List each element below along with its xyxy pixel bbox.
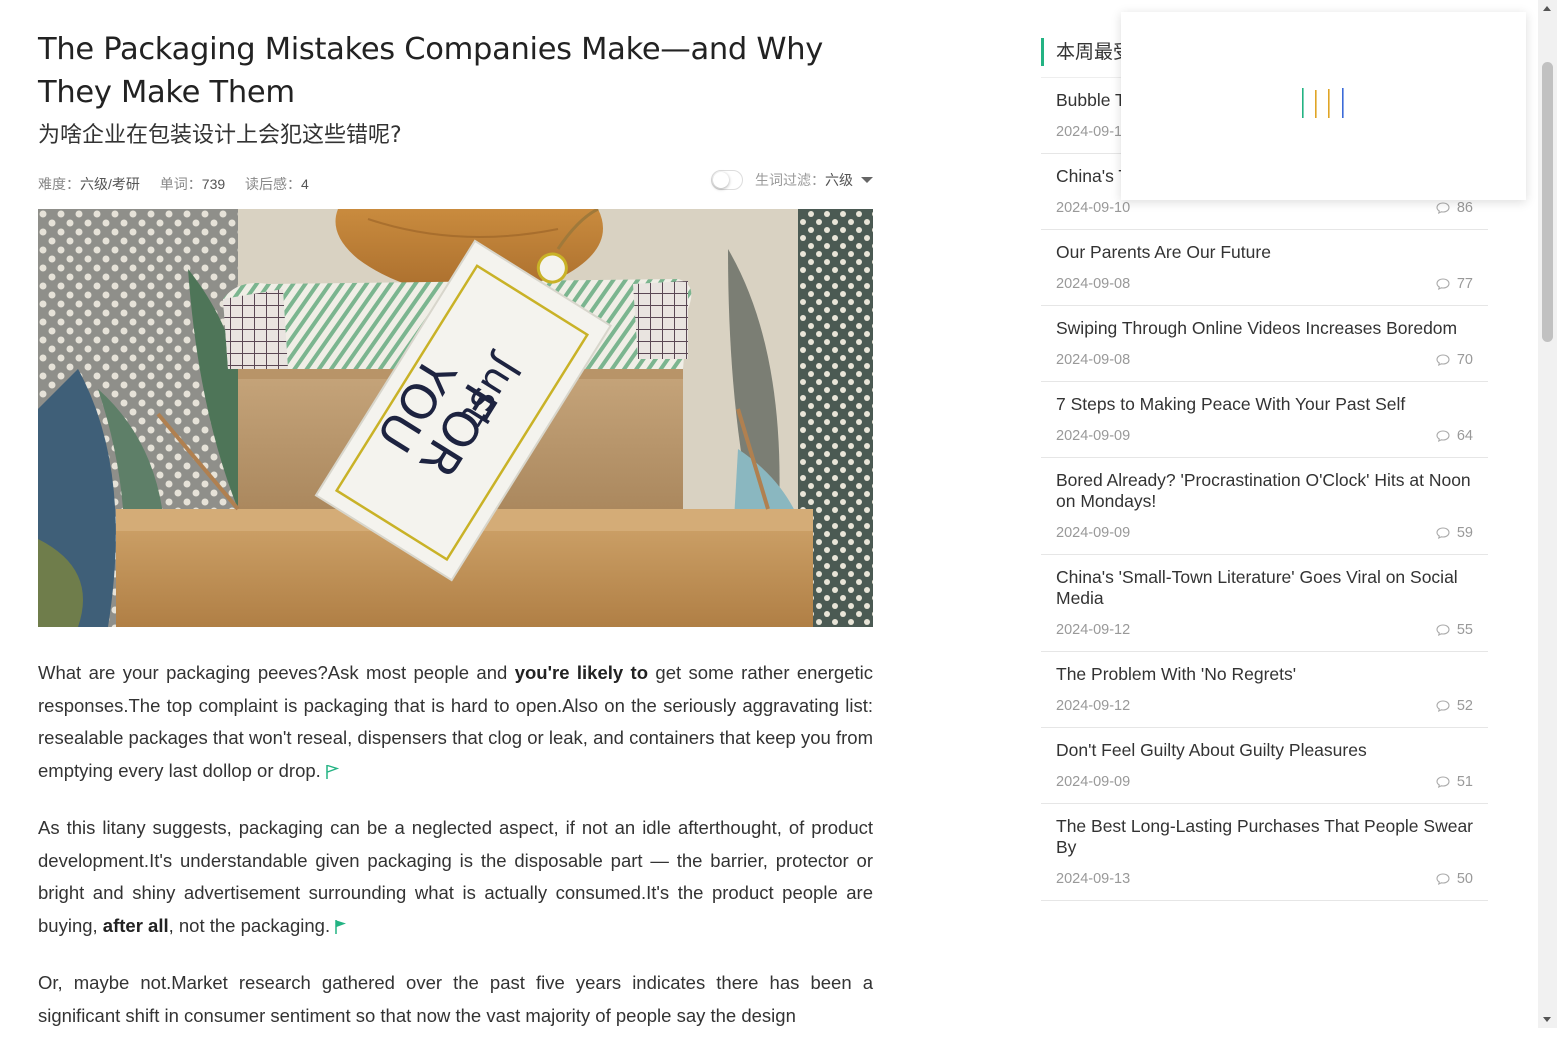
comment-count: 64 xyxy=(1456,428,1473,444)
comment-count: 51 xyxy=(1456,774,1473,790)
popular-article-item[interactable]: 7 Steps to Making Peace With Your Past S… xyxy=(1041,382,1488,458)
comment-icon xyxy=(1436,430,1450,442)
article-paragraph: Or, maybe not.Market research gathered o… xyxy=(38,972,873,1026)
popular-article-date: 2024-09-12 xyxy=(1056,622,1131,638)
comment-icon xyxy=(1436,776,1450,788)
comment-count: 50 xyxy=(1456,871,1473,887)
comment-count: 86 xyxy=(1456,200,1473,216)
comment-icon xyxy=(1436,873,1450,885)
article-paragraph: What are your packaging peeves?Ask most … xyxy=(38,662,873,781)
popular-article-list: Bubble Tea 2024-09-11 China's Teachers' … xyxy=(1041,77,1488,901)
scrollbar-thumb[interactable] xyxy=(1542,62,1553,342)
scroll-down-arrow-icon[interactable] xyxy=(1543,1017,1551,1022)
popular-article-item[interactable]: Don't Feel Guilty About Guilty Pleasures… xyxy=(1041,728,1488,804)
vocab-filter: 生词过滤： 六级 xyxy=(711,170,873,190)
popular-article-date: 2024-09-11 xyxy=(1056,124,1130,140)
popular-article-item[interactable]: Our Parents Are Our Future 2024-09-08 77 xyxy=(1041,230,1488,306)
scroll-up-arrow-icon[interactable] xyxy=(1543,6,1551,11)
comment-icon xyxy=(1436,700,1450,712)
comment-icon xyxy=(1436,202,1450,214)
flag-filled-icon[interactable] xyxy=(334,919,348,935)
article-hero-image: Just FOR YOU xyxy=(38,209,873,627)
popular-article-date: 2024-09-10 xyxy=(1056,200,1131,216)
popular-article-title[interactable]: Bored Already? 'Procrastination O'Clock'… xyxy=(1056,470,1473,512)
article: The Packaging Mistakes Companies Make—an… xyxy=(38,28,873,1057)
loading-spinner-icon xyxy=(1302,88,1344,118)
popular-article-date: 2024-09-08 xyxy=(1056,352,1131,368)
article-subtitle: 为啥企业在包装设计上会犯这些错呢? xyxy=(38,123,402,148)
popular-article-item[interactable]: The Best Long-Lasting Purchases That Peo… xyxy=(1041,804,1488,901)
popular-article-item[interactable]: Swiping Through Online Videos Increases … xyxy=(1041,306,1488,382)
popular-article-item[interactable]: Bored Already? 'Procrastination O'Clock'… xyxy=(1041,458,1488,555)
comment-count: 59 xyxy=(1456,525,1473,541)
popular-article-title[interactable]: Don't Feel Guilty About Guilty Pleasures xyxy=(1056,740,1473,761)
article-meta: 难度：六级/考研 单词：739 读后感：4 生词过滤： 六级 xyxy=(38,167,873,197)
word-count-meta: 单词：739 xyxy=(159,176,226,192)
article-paragraph: As this litany suggests, packaging can b… xyxy=(38,817,873,936)
chevron-down-icon[interactable] xyxy=(861,177,873,183)
highlighted-phrase[interactable]: you're likely to xyxy=(515,662,648,683)
review-count-meta[interactable]: 读后感：4 xyxy=(245,176,309,192)
popular-article-date: 2024-09-09 xyxy=(1056,525,1131,541)
comment-icon xyxy=(1436,354,1450,366)
comment-count: 55 xyxy=(1456,622,1473,638)
popular-article-date: 2024-09-08 xyxy=(1056,276,1131,292)
page-scrollbar[interactable] xyxy=(1538,0,1557,1028)
article-title: The Packaging Mistakes Companies Make—an… xyxy=(38,32,824,110)
comment-icon xyxy=(1436,527,1450,539)
article-body: What are your packaging peeves?Ask most … xyxy=(38,657,873,1032)
loading-popup xyxy=(1121,12,1526,200)
highlighted-phrase[interactable]: after all xyxy=(103,915,169,936)
vocab-filter-toggle[interactable] xyxy=(711,170,743,190)
popular-article-title[interactable]: Our Parents Are Our Future xyxy=(1056,242,1473,263)
popular-article-date: 2024-09-09 xyxy=(1056,428,1131,444)
popular-article-date: 2024-09-13 xyxy=(1056,871,1131,887)
popular-article-title[interactable]: 7 Steps to Making Peace With Your Past S… xyxy=(1056,394,1473,415)
comment-icon xyxy=(1436,624,1450,636)
popular-article-date: 2024-09-09 xyxy=(1056,774,1131,790)
popular-article-item[interactable]: The Problem With 'No Regrets' 2024-09-12… xyxy=(1041,652,1488,728)
popular-article-title[interactable]: Swiping Through Online Videos Increases … xyxy=(1056,318,1473,339)
popular-article-date: 2024-09-12 xyxy=(1056,698,1131,714)
comment-count: 70 xyxy=(1456,352,1473,368)
popular-article-title[interactable]: The Problem With 'No Regrets' xyxy=(1056,664,1473,685)
popular-article-item[interactable]: China's 'Small-Town Literature' Goes Vir… xyxy=(1041,555,1488,652)
popular-article-title[interactable]: China's 'Small-Town Literature' Goes Vir… xyxy=(1056,567,1473,609)
difficulty-meta: 难度：六级/考研 xyxy=(38,176,140,192)
vocab-filter-label: 生词过滤： xyxy=(755,172,825,188)
flag-outline-icon[interactable] xyxy=(325,764,339,780)
comment-count: 52 xyxy=(1456,698,1473,714)
comment-icon xyxy=(1436,278,1450,290)
popular-article-title[interactable]: The Best Long-Lasting Purchases That Peo… xyxy=(1056,816,1473,858)
comment-count: 77 xyxy=(1456,276,1473,292)
vocab-filter-select[interactable]: 六级 xyxy=(825,170,853,190)
